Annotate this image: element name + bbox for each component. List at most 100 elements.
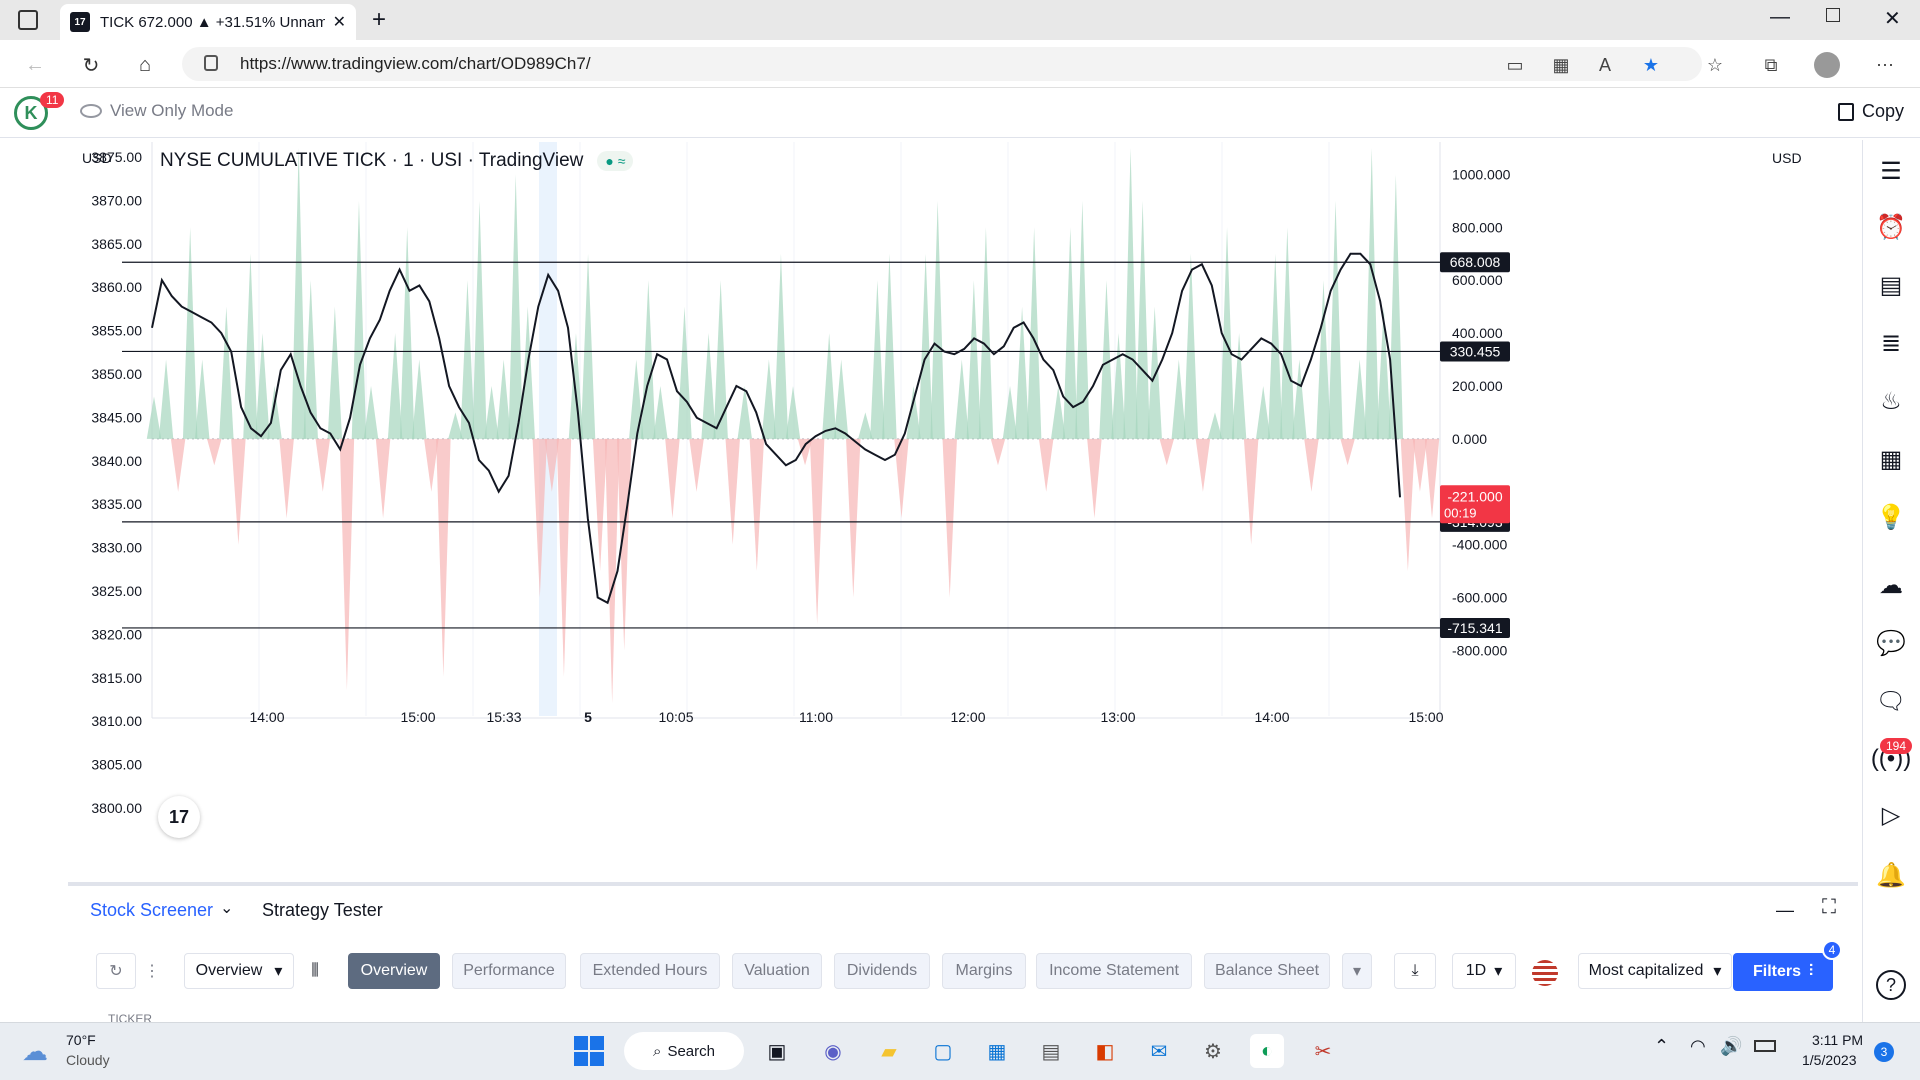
filter-tab-income-statement[interactable]: Income Statement bbox=[1036, 953, 1192, 989]
new-tab-icon[interactable]: + bbox=[372, 6, 386, 34]
messages-icon[interactable]: 🗨 bbox=[1872, 682, 1910, 720]
chats-icon[interactable]: 💬 bbox=[1872, 624, 1910, 662]
filter-tab-overview[interactable]: Overview bbox=[348, 953, 440, 989]
store-icon[interactable]: ▢ bbox=[926, 1034, 960, 1068]
chevron-down-icon: ▾ bbox=[1713, 963, 1722, 980]
download-icon[interactable]: ⤓ bbox=[1394, 953, 1436, 989]
maximize-panel-icon[interactable]: ⛶ bbox=[1822, 896, 1836, 919]
left-axis-tick: 3805.00 bbox=[91, 757, 142, 773]
notification-badge: 11 bbox=[40, 92, 65, 108]
tab-strategy-tester[interactable]: Strategy Tester bbox=[262, 900, 383, 921]
url-bar[interactable]: https://www.tradingview.com/chart/OD989C… bbox=[182, 47, 1702, 81]
filter-tab-valuation[interactable]: Valuation bbox=[732, 953, 822, 989]
chevron-up-icon[interactable]: ⌃ bbox=[1654, 1036, 1669, 1057]
hotlist-icon[interactable]: ♨ bbox=[1872, 382, 1910, 420]
favorites-icon[interactable]: ☆ bbox=[1700, 50, 1730, 80]
more-options-icon[interactable]: ⋯ bbox=[1870, 50, 1900, 80]
minimize-panel-icon[interactable]: — bbox=[1776, 900, 1794, 921]
calculator-icon[interactable]: ▤ bbox=[1034, 1034, 1068, 1068]
chart-area[interactable]: 3875.00 3870.00 3865.00 3860.00 3855.00 3850.… bbox=[68, 142, 1848, 880]
edge-icon[interactable]: ◐ bbox=[1250, 1034, 1284, 1068]
filter-tab-balance-sheet[interactable]: Balance Sheet bbox=[1204, 953, 1330, 989]
live-icon[interactable]: ▷ bbox=[1872, 796, 1910, 834]
read-aloud-icon[interactable]: A bbox=[1590, 50, 1620, 80]
task-view-icon[interactable]: ▣ bbox=[760, 1034, 794, 1068]
extensions-icon[interactable]: ▦ bbox=[1546, 50, 1576, 80]
collections-icon[interactable]: ⧉ bbox=[1756, 50, 1786, 80]
cloud-icon[interactable]: ☁ bbox=[1872, 566, 1910, 604]
add-list-icon[interactable]: ≣ bbox=[1872, 324, 1910, 362]
chevron-down-icon[interactable]: ⌄ bbox=[220, 898, 233, 918]
news-icon[interactable]: ▤ bbox=[1872, 266, 1910, 304]
microsoft-store-icon[interactable]: ▦ bbox=[980, 1034, 1014, 1068]
x-axis-tick: 5 bbox=[584, 709, 592, 725]
copy-label: Copy bbox=[1862, 101, 1905, 121]
teams-icon[interactable]: ◉ bbox=[816, 1034, 850, 1068]
timeframe-label: 1D bbox=[1465, 962, 1487, 979]
columns-icon[interactable]: ⫼ bbox=[298, 953, 332, 989]
ideas-icon[interactable]: 💡 bbox=[1872, 498, 1910, 536]
settings-gear-icon[interactable]: ⚙ bbox=[1196, 1034, 1230, 1068]
filter-tab-extended-hours[interactable]: Extended Hours bbox=[580, 953, 720, 989]
left-axis-tick: 3845.00 bbox=[91, 409, 142, 425]
tab-actions-icon[interactable] bbox=[18, 10, 38, 30]
help-icon[interactable]: ? bbox=[1876, 970, 1906, 1000]
right-axis-tick: -400.000 bbox=[1452, 537, 1507, 553]
tradingview-logo[interactable]: 17 bbox=[158, 796, 200, 838]
profile-avatar[interactable] bbox=[1814, 52, 1840, 78]
cloud-weather-icon[interactable]: ☁ bbox=[22, 1036, 48, 1067]
weather-desc[interactable]: Cloudy bbox=[66, 1052, 110, 1068]
battery-icon[interactable] bbox=[1754, 1040, 1776, 1052]
screener-menu-button[interactable]: ⋮ bbox=[138, 953, 166, 989]
browser-tab[interactable]: 17 TICK 672.000 ▲ +31.51% Unnam ✕ bbox=[60, 4, 356, 40]
left-currency-label[interactable]: USD bbox=[82, 150, 112, 166]
favorite-star-icon[interactable]: ★ bbox=[1636, 50, 1666, 80]
taskbar-search[interactable]: ⌕ Search bbox=[624, 1032, 744, 1070]
snipping-tool-icon[interactable]: ✂ bbox=[1306, 1034, 1340, 1068]
refresh-icon[interactable]: ↻ bbox=[76, 50, 106, 80]
windows-start-icon[interactable] bbox=[574, 1036, 604, 1066]
chart-legend[interactable]: NYSE CUMULATIVE TICK · 1 · USI · Trading… bbox=[160, 150, 634, 172]
timeframe-select[interactable]: 1D ▾ bbox=[1452, 953, 1516, 989]
file-explorer-icon[interactable]: ▰ bbox=[872, 1034, 906, 1068]
bell-icon[interactable]: 🔔 bbox=[1872, 856, 1910, 894]
chart-svg[interactable]: 3875.003870.003865.003860.003855.003850.… bbox=[68, 142, 1848, 880]
volume-icon[interactable]: 🔊 bbox=[1720, 1036, 1742, 1057]
office-icon[interactable]: ◧ bbox=[1088, 1034, 1122, 1068]
filters-button[interactable]: Filters ⫶ bbox=[1733, 953, 1833, 991]
clock-time[interactable]: 3:11 PM bbox=[1812, 1032, 1863, 1048]
watchlist-icon[interactable]: ☰ bbox=[1872, 152, 1910, 190]
right-currency-label[interactable]: USD bbox=[1772, 150, 1802, 166]
notification-count-badge[interactable]: 3 bbox=[1874, 1042, 1894, 1062]
x-axis-tick: 11:00 bbox=[799, 709, 833, 725]
filters-count-badge: 4 bbox=[1822, 940, 1842, 960]
close-window-icon[interactable]: ✕ bbox=[1884, 6, 1901, 31]
wifi-icon[interactable]: ◠ bbox=[1690, 1036, 1706, 1057]
minimize-icon[interactable]: — bbox=[1770, 6, 1790, 29]
maximize-icon[interactable] bbox=[1826, 8, 1840, 22]
left-axis-tick: 3810.00 bbox=[91, 713, 142, 729]
clock-date[interactable]: 1/5/2023 bbox=[1802, 1052, 1857, 1068]
alarm-icon[interactable]: ⏰ bbox=[1872, 208, 1910, 246]
calendar-icon[interactable]: ▦ bbox=[1872, 440, 1910, 478]
app-available-icon[interactable]: ▭ bbox=[1500, 50, 1530, 80]
more-tabs-button[interactable]: ▾ bbox=[1342, 953, 1372, 989]
right-axis-tick: 800.000 bbox=[1452, 219, 1503, 235]
tab-stock-screener[interactable]: Stock Screener bbox=[90, 900, 213, 921]
weather-temp[interactable]: 70°F bbox=[66, 1032, 96, 1048]
home-icon[interactable]: ⌂ bbox=[130, 50, 160, 80]
copy-button[interactable]: Copy bbox=[1838, 101, 1904, 122]
filter-tab-performance[interactable]: Performance bbox=[452, 953, 566, 989]
mail-icon[interactable]: ✉ bbox=[1142, 1034, 1176, 1068]
filter-tab-margins[interactable]: Margins bbox=[942, 953, 1026, 989]
overview-select[interactable]: Overview ▾ bbox=[184, 953, 294, 989]
us-flag-icon[interactable] bbox=[1532, 960, 1558, 986]
tv-header bbox=[0, 88, 1920, 138]
universe-select[interactable]: Most capitalized ▾ bbox=[1578, 953, 1732, 989]
refresh-screener-button[interactable]: ↻ bbox=[96, 953, 136, 989]
back-icon[interactable]: ← bbox=[20, 50, 50, 80]
copy-icon bbox=[1838, 102, 1854, 121]
filter-tab-dividends[interactable]: Dividends bbox=[834, 953, 930, 989]
close-tab-icon[interactable]: ✕ bbox=[333, 12, 346, 32]
column-header-ticker[interactable]: TICKER bbox=[108, 1012, 152, 1022]
